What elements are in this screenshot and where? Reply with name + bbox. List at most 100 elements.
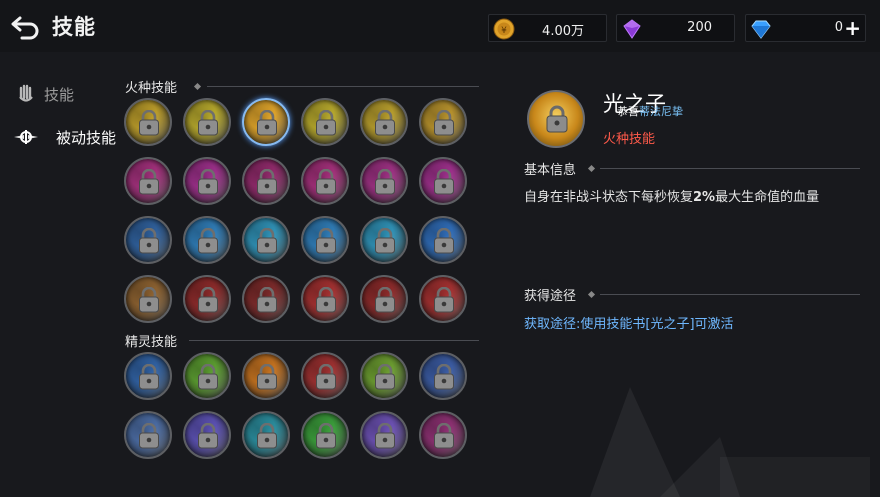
lock-icon [257, 228, 277, 254]
lock-icon [316, 364, 336, 390]
sidebar-item-label: 被动技能 [56, 129, 117, 147]
watermark-logo [590, 387, 870, 497]
section-divider [600, 294, 860, 295]
fist-icon [19, 84, 33, 102]
lock-icon [316, 228, 336, 254]
back-button[interactable] [10, 12, 42, 40]
gold-value: 4.00万 [542, 24, 584, 39]
spirit-skill-slot[interactable] [419, 352, 467, 400]
section-divider [189, 340, 479, 341]
lock-icon [198, 228, 218, 254]
lock-icon [316, 169, 336, 195]
lock-icon [139, 287, 159, 313]
lock-icon [257, 169, 277, 195]
lock-icon [257, 110, 277, 136]
fire-skill-slot[interactable] [124, 157, 172, 205]
fire-skill-slot[interactable] [124, 98, 172, 146]
fire-skill-slot[interactable] [301, 157, 349, 205]
lock-icon [139, 169, 159, 195]
lock-icon [198, 287, 218, 313]
back-arrow-icon [11, 16, 39, 40]
acquire-title: 获得途径 [524, 289, 577, 304]
lock-icon [375, 228, 395, 254]
fire-skill-slot[interactable] [242, 157, 290, 205]
lock-icon [198, 169, 218, 195]
add-diamond-button[interactable]: + [844, 16, 861, 40]
fire-skill-slot[interactable] [360, 157, 408, 205]
lock-icon [434, 110, 454, 136]
section-dot [587, 164, 596, 173]
acquire-header: 获得途径 [524, 285, 860, 304]
winged-emblem-icon [14, 130, 38, 144]
spirit-skill-slot[interactable] [124, 352, 172, 400]
spirit-skill-slot[interactable] [183, 352, 231, 400]
lock-icon [198, 364, 218, 390]
spirit-skill-slot[interactable] [360, 411, 408, 459]
lock-icon [546, 105, 568, 133]
fire-skill-slot[interactable] [183, 157, 231, 205]
lock-icon [375, 169, 395, 195]
fire-skill-slot[interactable] [242, 98, 290, 146]
gem-currency: 200 [616, 14, 735, 42]
selected-skill-icon [527, 90, 585, 148]
lock-icon [375, 110, 395, 136]
fire-skill-slot[interactable] [419, 275, 467, 323]
spirit-skill-slot[interactable] [419, 411, 467, 459]
fire-skill-slot[interactable] [301, 98, 349, 146]
lock-icon [434, 287, 454, 313]
section-divider [207, 86, 479, 87]
gold-currency: ¥ 4.00万 [488, 14, 607, 42]
lock-icon [139, 423, 159, 449]
fire-skill-slot[interactable] [183, 216, 231, 264]
fire-skill-slot[interactable] [360, 98, 408, 146]
overlay-player-name: 蒂法尼挚 [639, 105, 683, 118]
fire-skill-slot[interactable] [183, 275, 231, 323]
svg-text:¥: ¥ [501, 26, 507, 36]
section-dot [587, 290, 596, 299]
spirit-skill-slot[interactable] [242, 352, 290, 400]
lock-icon [139, 228, 159, 254]
acquire-method: 获取途径:使用技能书[光之子]可激活 [524, 317, 734, 332]
fire-skill-slot[interactable] [419, 216, 467, 264]
section-divider [600, 168, 860, 169]
basic-info-header: 基本信息 [524, 159, 860, 178]
overlay-congrats: 恭喜 [617, 105, 639, 118]
purple-crystal-icon [623, 19, 641, 39]
lock-icon [139, 110, 159, 136]
spirit-skill-slot[interactable] [242, 411, 290, 459]
fire-skill-slot[interactable] [183, 98, 231, 146]
fire-skill-slot[interactable] [301, 216, 349, 264]
fire-skill-slot[interactable] [301, 275, 349, 323]
lock-icon [434, 423, 454, 449]
fire-skill-slot[interactable] [360, 216, 408, 264]
page-title: 技能 [52, 15, 96, 39]
spirit-skill-slot[interactable] [360, 352, 408, 400]
fire-skill-slot[interactable] [419, 157, 467, 205]
spirit-skill-slot[interactable] [183, 411, 231, 459]
diamond-currency: 0 + [745, 14, 866, 42]
spirit-skill-slot[interactable] [124, 411, 172, 459]
spirit-skills-header: 精灵技能 [125, 331, 480, 350]
lock-icon [257, 364, 277, 390]
fire-skill-slot[interactable] [124, 216, 172, 264]
lock-icon [375, 364, 395, 390]
lock-icon [139, 364, 159, 390]
fire-skills-header: 火种技能 [125, 77, 480, 96]
fire-skill-slot[interactable] [242, 275, 290, 323]
gold-coin-icon: ¥ [493, 18, 515, 40]
spirit-skill-slot[interactable] [301, 352, 349, 400]
lock-icon [198, 110, 218, 136]
section-dot [193, 82, 202, 91]
description-post: 最大生命值的血量 [715, 190, 820, 205]
fire-skill-slot[interactable] [360, 275, 408, 323]
lock-icon [375, 287, 395, 313]
fire-skill-slot[interactable] [124, 275, 172, 323]
fire-skill-slot[interactable] [419, 98, 467, 146]
fire-skill-slot[interactable] [242, 216, 290, 264]
description-percent: 2% [693, 190, 716, 205]
lock-icon [375, 423, 395, 449]
spirit-skill-slot[interactable] [301, 411, 349, 459]
lock-icon [198, 423, 218, 449]
spirit-skills-title: 精灵技能 [125, 335, 178, 350]
lock-icon [316, 423, 336, 449]
